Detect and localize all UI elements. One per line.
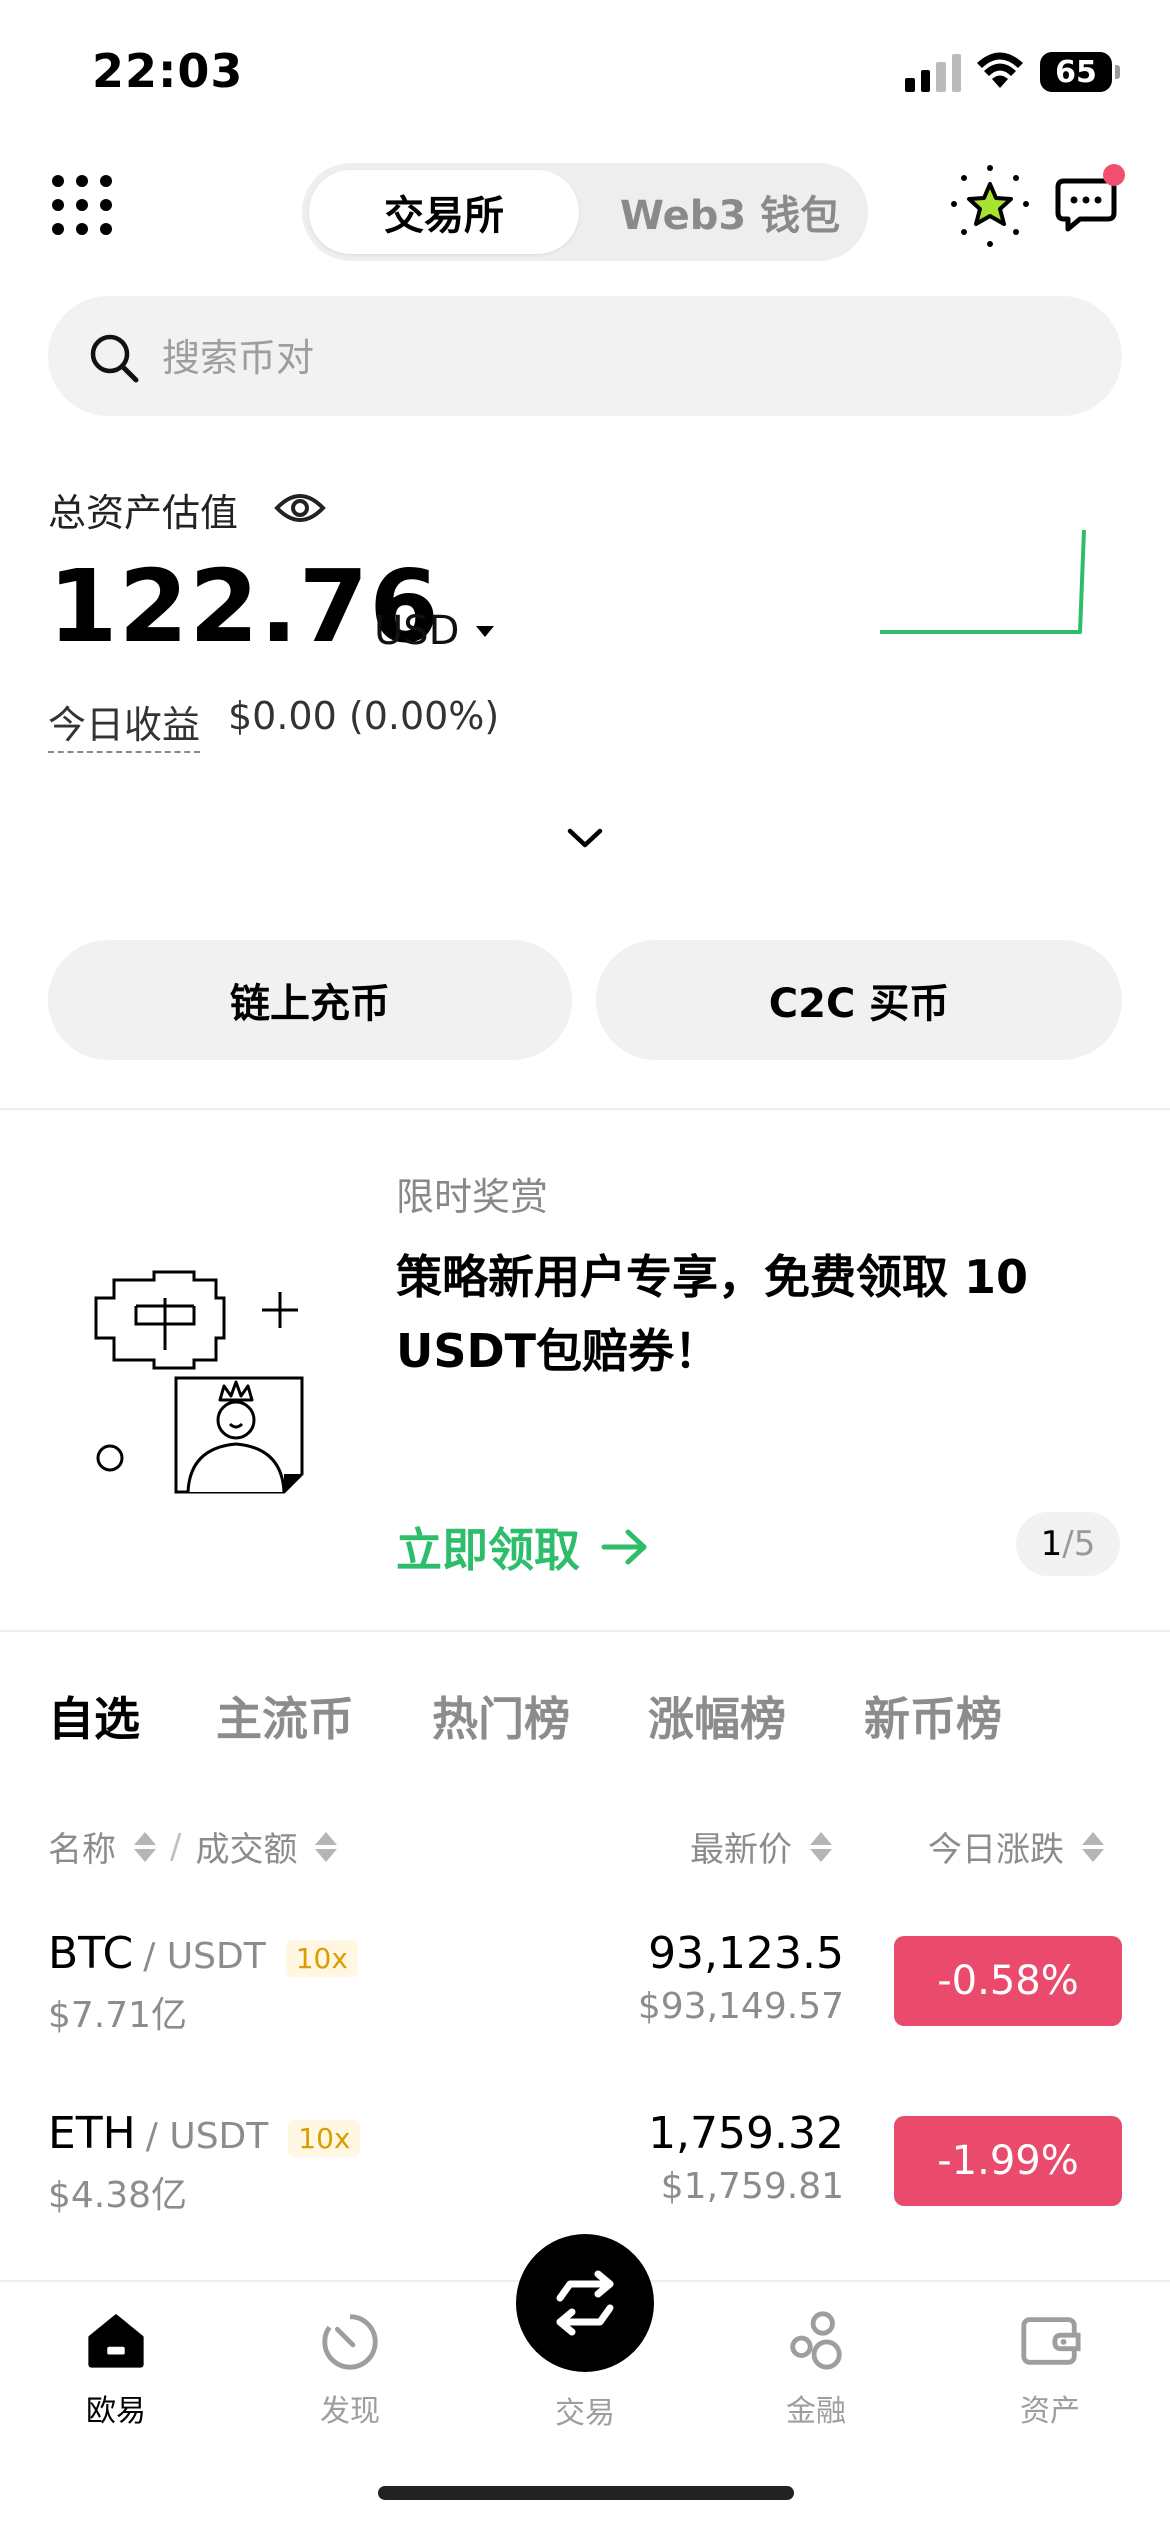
leverage-badge: 10x (285, 1940, 358, 1977)
home-icon (88, 2314, 144, 2368)
promo-title: 策略新用户专享，免费领取 10 USDT包赔券！ (396, 1250, 1029, 1378)
last-price-usd: $93,149.57 (637, 1986, 844, 2027)
nav-label: 资产 (1020, 2394, 1080, 2429)
home-indicator[interactable] (378, 2486, 794, 2500)
pair-name: ETH / USDT 10x (48, 2108, 361, 2159)
last-price: 1,759.32 (648, 2108, 844, 2159)
app-screen: 22:03 65 交易所 Web3 钱包 搜索币对 总资产估值 122.76 U… (0, 0, 1170, 2532)
nav-item-finance[interactable]: 金融 (736, 2300, 896, 2430)
claim-now-link[interactable]: 立即领取 (396, 1514, 650, 1580)
tab-new-listings[interactable]: 新币榜 (864, 1683, 1002, 1749)
base-asset: ETH (48, 2108, 136, 2159)
notification-dot (1103, 164, 1125, 186)
column-header-price[interactable]: 最新价 (690, 1822, 832, 1871)
column-header-change[interactable]: 今日涨跌 (928, 1822, 1104, 1871)
today-pnl-label[interactable]: 今日收益 (48, 694, 201, 753)
trade-button[interactable] (516, 2234, 654, 2372)
onchain-deposit-button[interactable]: 链上充币 (48, 940, 572, 1060)
c2c-buy-button[interactable]: C2C 买币 (596, 940, 1122, 1060)
apps-grid-icon[interactable] (52, 175, 112, 235)
today-pnl-value: $0.00 (0.00%) (228, 694, 500, 738)
last-price: 93,123.5 (648, 1928, 844, 1979)
leverage-badge: 10x (288, 2120, 361, 2157)
pager-total: /5 (1062, 1524, 1096, 1564)
tab-hot[interactable]: 热门榜 (432, 1683, 570, 1749)
pager-current: 1 (1040, 1524, 1063, 1564)
asset-trend-chart (880, 529, 1086, 634)
tab-web3-wallet[interactable]: Web3 钱包 (600, 170, 860, 254)
status-time: 22:03 (92, 44, 244, 98)
nav-label: 发现 (320, 2394, 380, 2429)
nav-label: 金融 (786, 2394, 846, 2429)
sort-icon (1082, 1831, 1104, 1862)
tab-exchange[interactable]: 交易所 (309, 170, 579, 254)
chevron-down-icon[interactable] (566, 826, 604, 850)
currency-selector[interactable]: USD (374, 608, 459, 654)
sort-icon (134, 1831, 156, 1862)
column-volume-label: 成交额 (195, 1830, 298, 1870)
signal-icon (905, 50, 961, 92)
column-separator: / (170, 1826, 182, 1867)
finance-icon (790, 2311, 842, 2370)
pair-name: BTC / USDT 10x (48, 1928, 358, 1979)
volume: $7.71亿 (48, 1995, 188, 2036)
discover-icon (322, 2313, 378, 2370)
claim-now-label: 立即领取 (396, 1523, 580, 1577)
nav-item-assets[interactable]: 资产 (970, 2300, 1130, 2430)
promo-tag: 限时奖赏 (396, 1175, 549, 1219)
nav-item-discover[interactable]: 发现 (270, 2300, 430, 2430)
sort-icon (810, 1831, 832, 1862)
column-name-label: 名称 (48, 1830, 116, 1870)
total-assets-label: 总资产估值 (48, 491, 239, 535)
search-icon (90, 334, 139, 383)
quote-asset: / USDT (143, 1936, 266, 1977)
base-asset: BTC (48, 1928, 134, 1979)
volume: $4.38亿 (48, 2175, 188, 2216)
promo-pager: 1/5 (1016, 1512, 1120, 1576)
nav-item-home[interactable]: 欧易 (36, 2300, 196, 2430)
sort-icon (315, 1831, 338, 1862)
caret-down-icon[interactable] (476, 626, 494, 637)
section-divider (0, 1630, 1170, 1632)
swap-icon (556, 2270, 614, 2336)
star-rewards-icon[interactable] (944, 160, 1036, 252)
search-placeholder: 搜索币对 (162, 336, 315, 380)
nav-label-trade[interactable]: 交易 (516, 2388, 654, 2432)
tab-watchlist[interactable]: 自选 (48, 1683, 140, 1749)
eye-icon[interactable] (274, 488, 326, 528)
last-price-usd: $1,759.81 (660, 2166, 844, 2207)
quote-asset: / USDT (145, 2116, 269, 2157)
column-header-name[interactable]: 名称 / 成交额 (48, 1822, 338, 1871)
change-badge[interactable]: -0.58% (894, 1936, 1122, 2026)
column-price-label: 最新价 (690, 1830, 792, 1870)
tab-gainers[interactable]: 涨幅榜 (648, 1683, 786, 1749)
wallet-icon (1021, 2317, 1081, 2365)
change-badge[interactable]: -1.99% (894, 2116, 1122, 2206)
arrow-right-icon (601, 1529, 647, 1565)
column-change-label: 今日涨跌 (928, 1830, 1064, 1870)
nav-label: 欧易 (86, 2394, 146, 2429)
wifi-icon (977, 52, 1023, 88)
tab-mainstream[interactable]: 主流币 (216, 1683, 354, 1749)
battery-indicator: 65 (1040, 52, 1120, 92)
promo-illustration (94, 1270, 304, 1494)
section-divider (0, 1108, 1170, 1110)
